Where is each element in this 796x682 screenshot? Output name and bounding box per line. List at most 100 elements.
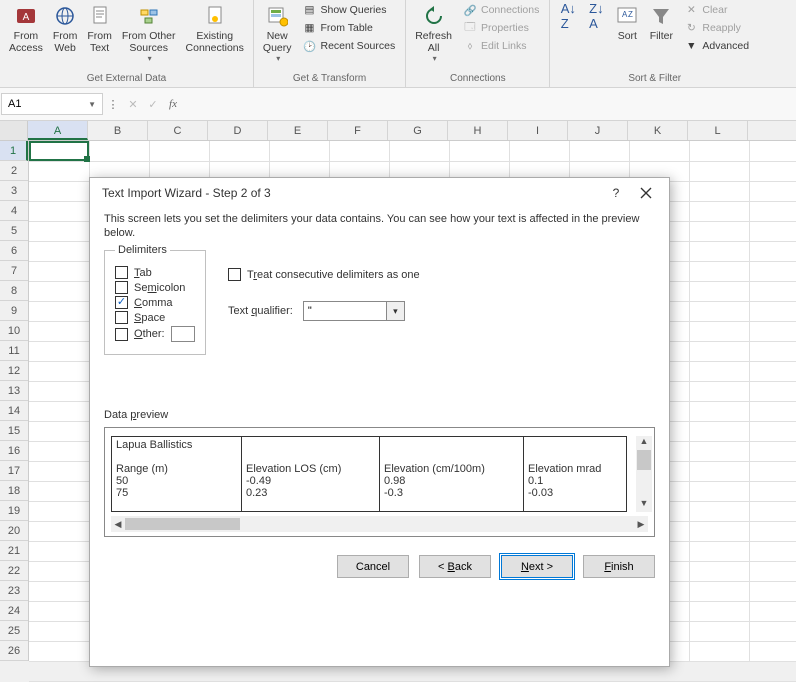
row-header[interactable]: 5 [0, 221, 28, 241]
row-header[interactable]: 7 [0, 261, 28, 281]
access-icon: A [14, 4, 38, 28]
btn-label: Connections [481, 4, 539, 16]
help-button[interactable]: ? [601, 181, 631, 205]
row-header[interactable]: 26 [0, 641, 28, 661]
qualifier-value[interactable] [304, 302, 386, 320]
column-header[interactable]: I [508, 121, 568, 140]
other-delimiter-input[interactable] [171, 326, 195, 342]
text-qualifier-select[interactable]: ▾ [303, 301, 405, 321]
row-header[interactable]: 13 [0, 381, 28, 401]
insert-function-button[interactable]: fx [163, 93, 183, 115]
row-header[interactable]: 21 [0, 541, 28, 561]
chevron-down-icon[interactable]: ▼ [88, 100, 96, 109]
row-header[interactable]: 11 [0, 341, 28, 361]
name-box[interactable]: A1 ▼ [1, 93, 103, 115]
column-header[interactable]: B [88, 121, 148, 140]
tab-checkbox[interactable] [115, 266, 128, 279]
column-header[interactable]: G [388, 121, 448, 140]
row-header[interactable]: 24 [0, 601, 28, 621]
close-button[interactable] [631, 181, 661, 205]
back-button[interactable]: < Back [419, 555, 491, 578]
enter-formula-button[interactable]: ✓ [143, 93, 163, 115]
row-header[interactable]: 12 [0, 361, 28, 381]
row-header[interactable]: 1 [0, 141, 28, 161]
ribbon: A From Access From Web From Text From Ot… [0, 0, 796, 88]
column-headers: A B C D E F G H I J K L [0, 121, 796, 141]
preview-vscroll[interactable]: ▲ ▼ [636, 436, 652, 512]
scroll-thumb[interactable] [125, 518, 240, 530]
connections-icon [203, 4, 227, 28]
finish-button[interactable]: Finish [583, 555, 655, 578]
sort-asc-button[interactable]: A↓Z [554, 2, 582, 32]
semicolon-checkbox[interactable] [115, 281, 128, 294]
advanced-icon: ▼ [684, 39, 698, 53]
advanced-button[interactable]: ▼Advanced [682, 38, 751, 54]
column-header[interactable]: E [268, 121, 328, 140]
chevron-down-icon[interactable]: ▾ [386, 302, 404, 320]
row-header[interactable]: 23 [0, 581, 28, 601]
filter-button[interactable]: Filter [644, 2, 678, 44]
row-header[interactable]: 18 [0, 481, 28, 501]
row-header[interactable]: 10 [0, 321, 28, 341]
row-header[interactable]: 9 [0, 301, 28, 321]
row-header[interactable]: 3 [0, 181, 28, 201]
from-text-button[interactable]: From Text [82, 2, 117, 56]
column-header[interactable]: J [568, 121, 628, 140]
from-web-button[interactable]: From Web [48, 2, 83, 56]
column-header[interactable]: C [148, 121, 208, 140]
scroll-thumb[interactable] [637, 450, 651, 470]
recent-sources-button[interactable]: 🕑Recent Sources [301, 38, 398, 54]
row-header[interactable]: 17 [0, 461, 28, 481]
column-header[interactable]: K [628, 121, 688, 140]
from-other-sources-button[interactable]: From Other Sources [117, 2, 181, 65]
column-header[interactable]: L [688, 121, 748, 140]
column-header[interactable]: H [448, 121, 508, 140]
chk-label: Space [134, 312, 165, 324]
clear-icon: ✕ [684, 3, 698, 17]
sort-desc-button[interactable]: Z↓A [582, 2, 610, 32]
cancel-formula-button[interactable]: ✕ [123, 93, 143, 115]
column-header[interactable]: A [28, 121, 88, 140]
from-access-button[interactable]: A From Access [4, 2, 48, 56]
row-header[interactable]: 15 [0, 421, 28, 441]
row-header[interactable]: 25 [0, 621, 28, 641]
refresh-all-button[interactable]: Refresh All [410, 2, 457, 65]
name-box-value: A1 [8, 98, 21, 110]
preview-hscroll[interactable]: ◀ ▶ [111, 516, 648, 532]
chk-label: Comma [134, 297, 173, 309]
select-all-corner[interactable] [0, 121, 28, 140]
other-checkbox[interactable] [115, 328, 128, 341]
new-query-button[interactable]: New Query [258, 2, 297, 65]
row-header[interactable]: 20 [0, 521, 28, 541]
row-header[interactable]: 6 [0, 241, 28, 261]
scroll-down-icon[interactable]: ▼ [640, 498, 649, 512]
from-table-button[interactable]: ▦From Table [301, 20, 398, 36]
scroll-right-icon[interactable]: ▶ [634, 519, 648, 530]
row-header[interactable]: 8 [0, 281, 28, 301]
delimiters-legend: Delimiters [115, 244, 170, 256]
column-header[interactable]: F [328, 121, 388, 140]
row-header[interactable]: 4 [0, 201, 28, 221]
connections-button[interactable]: 🔗Connections [461, 2, 541, 18]
row-header[interactable]: 16 [0, 441, 28, 461]
scroll-up-icon[interactable]: ▲ [640, 436, 649, 450]
row-header[interactable]: 19 [0, 501, 28, 521]
scroll-left-icon[interactable]: ◀ [111, 519, 125, 530]
existing-connections-button[interactable]: Existing Connections [181, 2, 249, 56]
row-header[interactable]: 2 [0, 161, 28, 181]
row-header[interactable]: 14 [0, 401, 28, 421]
next-button[interactable]: Next > [501, 555, 573, 578]
dialog-title: Text Import Wizard - Step 2 of 3 [102, 186, 271, 200]
active-cell[interactable] [29, 141, 89, 161]
column-header[interactable]: D [208, 121, 268, 140]
comma-checkbox[interactable] [115, 296, 128, 309]
sort-button[interactable]: AZ Sort [610, 2, 644, 44]
svg-text:A: A [23, 12, 30, 23]
space-checkbox[interactable] [115, 311, 128, 324]
show-queries-button[interactable]: ▤Show Queries [301, 2, 398, 18]
cancel-button[interactable]: Cancel [337, 555, 409, 578]
consecutive-checkbox[interactable] [228, 268, 241, 281]
titlebar[interactable]: Text Import Wizard - Step 2 of 3 ? [90, 178, 669, 208]
row-header[interactable]: 22 [0, 561, 28, 581]
group-label: Sort & Filter [554, 71, 755, 87]
